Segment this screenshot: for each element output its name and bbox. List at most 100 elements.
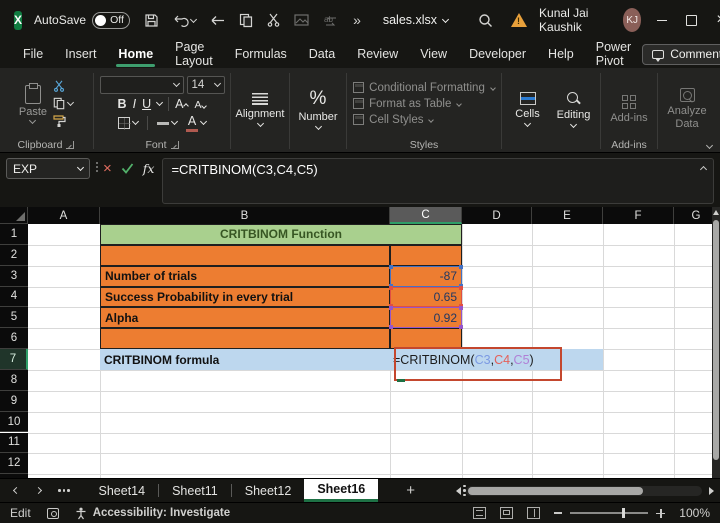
tab-help[interactable]: Help — [537, 40, 585, 68]
cut-button[interactable] — [53, 80, 73, 92]
column-header-F[interactable]: F — [603, 207, 674, 224]
alignment-group[interactable]: Alignment — [234, 70, 286, 152]
tab-view[interactable]: View — [409, 40, 458, 68]
font-color-button[interactable]: A — [186, 114, 206, 132]
tab-page-layout[interactable]: Page Layout — [164, 40, 224, 68]
paste-button[interactable]: Paste — [19, 85, 47, 123]
vertical-scrollbar[interactable] — [712, 207, 720, 478]
normal-view-icon[interactable] — [473, 507, 486, 519]
minimize-button[interactable] — [647, 0, 676, 40]
autosave-control[interactable]: AutoSave Off — [34, 12, 130, 29]
italic-button[interactable]: I — [133, 97, 136, 111]
autosave-toggle[interactable]: Off — [92, 12, 130, 29]
more-commands-icon[interactable]: » — [353, 12, 361, 28]
row-header-11[interactable]: 11 — [0, 433, 28, 454]
undo-icon[interactable] — [173, 14, 196, 27]
shrink-font-button[interactable]: A — [194, 97, 206, 111]
zoom-slider[interactable] — [570, 512, 648, 514]
file-name[interactable]: sales.xlsx — [383, 13, 448, 27]
row-header-10[interactable]: 10 — [0, 412, 28, 433]
horizontal-scrollbar[interactable] — [456, 484, 714, 498]
row-header-3[interactable]: 3 — [0, 266, 28, 287]
next-sheet-icon[interactable] — [35, 487, 42, 494]
row-header-6[interactable]: 6 — [0, 328, 28, 349]
prev-sheet-icon[interactable] — [13, 487, 20, 494]
copy-icon[interactable] — [239, 13, 253, 28]
page-break-view-icon[interactable] — [527, 507, 540, 519]
column-header-E[interactable]: E — [532, 207, 603, 224]
row-header-1[interactable]: 1 — [0, 224, 28, 245]
format-painter-button[interactable] — [53, 115, 73, 127]
row-header-8[interactable]: 8 — [0, 370, 28, 391]
scroll-left-icon[interactable] — [456, 487, 461, 495]
warning-icon[interactable]: ! — [511, 13, 527, 27]
copy-dropdown-icon[interactable] — [67, 99, 74, 106]
column-header-A[interactable]: A — [28, 207, 100, 224]
cell-C2[interactable] — [390, 245, 462, 266]
zoom-level[interactable]: 100% — [679, 506, 710, 520]
zoom-in-icon[interactable] — [656, 509, 665, 518]
copy-button[interactable] — [53, 97, 73, 110]
macro-record-icon[interactable] — [47, 508, 59, 519]
enter-icon[interactable] — [121, 163, 134, 174]
column-header-D[interactable]: D — [462, 207, 532, 224]
underline-button[interactable]: U — [142, 97, 151, 111]
tab-review[interactable]: Review — [346, 40, 409, 68]
scroll-up-icon[interactable] — [713, 210, 719, 215]
format-as-table-button[interactable]: Format as Table — [353, 98, 461, 110]
cell-styles-button[interactable]: Cell Styles — [353, 114, 433, 126]
cell-C6[interactable] — [390, 328, 462, 349]
tab-data[interactable]: Data — [298, 40, 346, 68]
accessibility-status[interactable]: Accessibility: Investigate — [75, 507, 230, 520]
editing-group[interactable]: Editing — [550, 70, 597, 152]
collapse-formula-bar-icon[interactable] — [700, 166, 707, 173]
cell-B3[interactable]: Number of trials — [100, 266, 390, 287]
tab-developer[interactable]: Developer — [458, 40, 537, 68]
column-header-B[interactable]: B — [100, 207, 390, 224]
maximize-button[interactable] — [677, 0, 706, 40]
font-dialog-launcher-icon[interactable] — [171, 141, 179, 149]
comments-button[interactable]: Comments — [642, 44, 720, 65]
close-button[interactable]: × — [706, 0, 720, 40]
clipboard-dialog-launcher-icon[interactable] — [66, 141, 74, 149]
user-name[interactable]: Kunal Jai Kaushik — [539, 6, 613, 34]
cell-B5[interactable]: Alpha — [100, 307, 390, 328]
conditional-formatting-button[interactable]: Conditional Formatting — [353, 82, 495, 94]
all-sheets-icon[interactable] — [58, 489, 70, 492]
grow-font-button[interactable]: A — [175, 97, 188, 111]
cut-icon[interactable] — [267, 13, 280, 27]
select-all-corner[interactable] — [0, 207, 28, 224]
horizontal-scroll-thumb[interactable] — [468, 487, 643, 495]
avatar[interactable]: KJ — [623, 8, 642, 32]
cell-B1[interactable]: CRITBINOM Function — [100, 224, 462, 245]
tab-formulas[interactable]: Formulas — [224, 40, 298, 68]
row-header-12[interactable]: 12 — [0, 453, 28, 474]
fill-color-button[interactable] — [157, 121, 177, 125]
sheet-tab-sheet16[interactable]: Sheet16 — [304, 479, 378, 502]
sheet-tab-sheet11[interactable]: Sheet11 — [159, 479, 231, 502]
cell-B6[interactable] — [100, 328, 390, 349]
row-header-2[interactable]: 2 — [0, 245, 28, 266]
tab-power-pivot[interactable]: Power Pivot — [585, 40, 642, 68]
cell-B7[interactable]: CRITBINOM formula — [100, 349, 390, 370]
row-header-7[interactable]: 7 — [0, 349, 28, 370]
cancel-icon[interactable]: × — [103, 160, 112, 177]
number-group[interactable]: % Number — [293, 70, 343, 152]
new-sheet-button[interactable]: + — [406, 482, 415, 499]
underline-dropdown-icon[interactable] — [156, 99, 163, 106]
tab-home[interactable]: Home — [107, 40, 164, 68]
zoom-slider-knob[interactable] — [622, 508, 625, 518]
paste-dropdown-icon[interactable] — [29, 116, 36, 123]
row-header-9[interactable]: 9 — [0, 391, 28, 412]
cell-B2[interactable] — [100, 245, 390, 266]
sheet-tab-sheet14[interactable]: Sheet14 — [86, 479, 159, 502]
row-header-4[interactable]: 4 — [0, 287, 28, 308]
save-icon[interactable] — [144, 13, 159, 28]
font-name-select[interactable] — [100, 76, 184, 94]
search-icon[interactable] — [478, 13, 493, 28]
tab-insert[interactable]: Insert — [54, 40, 107, 68]
scroll-right-icon[interactable] — [709, 487, 714, 495]
formula-bar-handle[interactable] — [95, 162, 98, 172]
zoom-out-icon[interactable] — [554, 512, 562, 514]
insert-function-icon[interactable]: fx — [143, 161, 155, 176]
